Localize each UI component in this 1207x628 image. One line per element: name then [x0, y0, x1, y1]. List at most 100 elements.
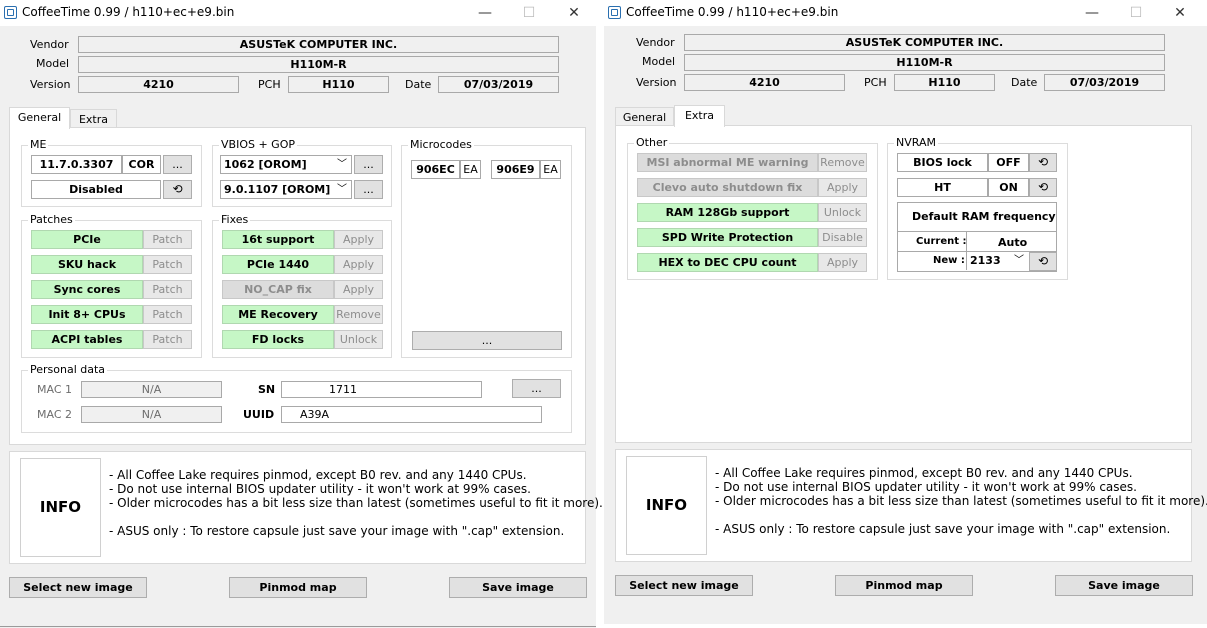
me-version: 11.7.0.3307 — [31, 155, 122, 174]
other-group-title: Other — [634, 136, 670, 149]
bios-lock-label: BIOS lock — [897, 153, 988, 172]
fix-nocap-button[interactable]: Apply — [334, 280, 383, 299]
other-group: Other MSI abnormal ME warning Remove Cle… — [627, 136, 878, 280]
other-spd-label: SPD Write Protection — [637, 228, 818, 247]
patch-pcie-button[interactable]: Patch — [143, 230, 192, 249]
fix-merecovery-button[interactable]: Remove — [334, 305, 383, 324]
ht-refresh-button[interactable]: ⟲ — [1029, 178, 1057, 197]
fix-fdlocks-button[interactable]: Unlock — [334, 330, 383, 349]
tab-general[interactable]: General — [615, 107, 674, 127]
fix-fdlocks-label: FD locks — [222, 330, 334, 349]
gop-select[interactable]: 9.0.1107 [OROM] ﹀ — [220, 180, 352, 199]
maximize-button[interactable]: ☐ — [1114, 0, 1158, 26]
vbios-group-title: VBIOS + GOP — [219, 138, 297, 151]
me-group: ME 11.7.0.3307 COR ... Disabled ⟲ — [21, 138, 202, 207]
refresh-icon: ⟲ — [1037, 155, 1049, 169]
mac2-field[interactable]: N/A — [81, 406, 222, 423]
bios-lock-state: OFF — [988, 153, 1029, 172]
microcodes-more-button[interactable]: ... — [412, 331, 562, 350]
refresh-icon: ⟲ — [1037, 180, 1049, 194]
patches-group: Patches PCIe Patch SKU hack Patch Sync c… — [21, 213, 202, 358]
info-text: - All Coffee Lake requires pinmod, excep… — [715, 466, 1207, 536]
version-field: 4210 — [78, 76, 239, 93]
other-msi-button[interactable]: Remove — [818, 153, 867, 172]
patch-sync-label: Sync cores — [31, 280, 143, 299]
other-clevo-button[interactable]: Apply — [818, 178, 867, 197]
close-button[interactable]: ✕ — [552, 0, 596, 26]
pch-field: H110 — [288, 76, 389, 93]
extra-panel: Other MSI abnormal ME warning Remove Cle… — [615, 125, 1192, 443]
microcodes-group: Microcodes 906EC EA 906E9 EA ... — [401, 138, 572, 358]
info-label: INFO — [626, 456, 707, 555]
ht-state: ON — [988, 178, 1029, 197]
me-refresh-button[interactable]: ⟲ — [163, 180, 192, 199]
version-label: Version — [636, 76, 677, 89]
patch-sku-button[interactable]: Patch — [143, 255, 192, 274]
info-panel: INFO - All Coffee Lake requires pinmod, … — [9, 451, 603, 564]
nvram-group-title: NVRAM — [894, 136, 938, 149]
maximize-button[interactable]: ☐ — [507, 0, 551, 26]
close-button[interactable]: ✕ — [1158, 0, 1202, 26]
save-image-button[interactable]: Save image — [449, 577, 587, 598]
vbios-select[interactable]: 1062 [OROM] ﹀ — [220, 155, 352, 174]
mac1-label: MAC 1 — [37, 383, 72, 396]
personal-data-title: Personal data — [28, 363, 108, 376]
other-spd-button[interactable]: Disable — [818, 228, 867, 247]
select-image-button[interactable]: Select new image — [615, 575, 753, 596]
version-field: 4210 — [684, 74, 845, 91]
tab-extra[interactable]: Extra — [674, 105, 725, 127]
fix-16t-label: 16t support — [222, 230, 334, 249]
current-value: Auto — [998, 236, 1028, 249]
nvram-group: NVRAM BIOS lock OFF ⟲ HT ON ⟲ Default RA… — [887, 136, 1068, 280]
title-bar[interactable]: CoffeeTime 0.99 / h110+ec+e9.bin — ☐ ✕ — [0, 0, 596, 26]
title-bar[interactable]: CoffeeTime 0.99 / h110+ec+e9.bin — ☐ ✕ — [604, 0, 1207, 26]
other-hex-button[interactable]: Apply — [818, 253, 867, 272]
patch-sync-button[interactable]: Patch — [143, 280, 192, 299]
tab-general[interactable]: General — [9, 107, 70, 129]
chevron-down-icon: ﹀ — [1014, 255, 1024, 266]
ht-label: HT — [897, 178, 988, 197]
fix-16t-button[interactable]: Apply — [334, 230, 383, 249]
uuid-field[interactable]: A39A — [281, 406, 542, 423]
pinmod-map-button[interactable]: Pinmod map — [229, 577, 367, 598]
select-image-button[interactable]: Select new image — [9, 577, 147, 598]
chevron-down-icon: ﹀ — [337, 159, 347, 170]
gop-more-button[interactable]: ... — [354, 180, 383, 199]
date-field: 07/03/2019 — [1044, 74, 1165, 91]
window-extra: CoffeeTime 0.99 / h110+ec+e9.bin — ☐ ✕ V… — [604, 0, 1207, 624]
mac2-label: MAC 2 — [37, 408, 72, 421]
vbios-more-button[interactable]: ... — [354, 155, 383, 174]
fix-merecovery-label: ME Recovery — [222, 305, 334, 324]
gop-value: 9.0.1107 [OROM] — [224, 183, 331, 196]
ram-freq-select[interactable]: 2133 ﹀ — [967, 252, 1028, 271]
fix-pcie1440-button[interactable]: Apply — [334, 255, 383, 274]
minimize-button[interactable]: — — [463, 0, 507, 26]
pinmod-map-button[interactable]: Pinmod map — [835, 575, 973, 596]
other-clevo-label: Clevo auto shutdown fix — [637, 178, 818, 197]
tab-extra[interactable]: Extra — [70, 109, 117, 129]
model-field: H110M-R — [78, 56, 559, 73]
info-text: - All Coffee Lake requires pinmod, excep… — [109, 468, 603, 538]
other-ram-button[interactable]: Unlock — [818, 203, 867, 222]
me-more-button[interactable]: ... — [163, 155, 192, 174]
bios-lock-refresh-button[interactable]: ⟲ — [1029, 153, 1057, 172]
patch-acpi-label: ACPI tables — [31, 330, 143, 349]
uuid-label: UUID — [243, 408, 275, 421]
uuid-value: A39A — [300, 408, 330, 421]
patch-init-button[interactable]: Patch — [143, 305, 192, 324]
mac1-field[interactable]: N/A — [81, 381, 222, 398]
patch-acpi-button[interactable]: Patch — [143, 330, 192, 349]
sn-field[interactable]: 1711 — [281, 381, 482, 398]
current-label: Current : — [916, 236, 967, 247]
save-image-button[interactable]: Save image — [1055, 575, 1193, 596]
version-label: Version — [30, 78, 71, 91]
ram-freq-refresh-button[interactable]: ⟲ — [1029, 252, 1057, 271]
patches-group-title: Patches — [28, 213, 75, 226]
me-state: Disabled — [31, 180, 161, 199]
minimize-button[interactable]: — — [1070, 0, 1114, 26]
microcode-id: 906E9 — [491, 160, 540, 179]
vbios-value: 1062 [OROM] — [224, 158, 307, 171]
personal-more-button[interactable]: ... — [512, 379, 561, 398]
me-group-title: ME — [28, 138, 49, 151]
window-title: CoffeeTime 0.99 / h110+ec+e9.bin — [626, 5, 839, 19]
